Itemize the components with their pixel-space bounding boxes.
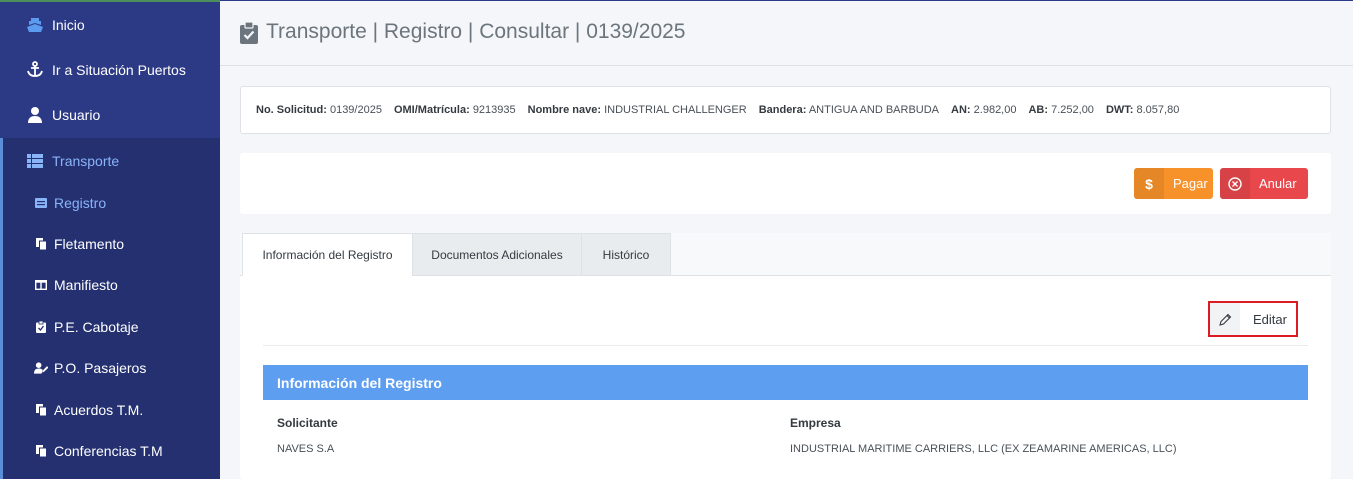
list-icon (26, 152, 44, 170)
sidebar-subitem-pe-cabotaje[interactable]: P.E. Cabotaje (0, 307, 220, 347)
vessel-summary: No. Solicitud: 0139/2025 OMI/Matrícula: … (240, 86, 1331, 134)
solicitante-label: Solicitante (277, 416, 338, 430)
summary-ab: AB: 7.252,00 (1028, 104, 1094, 116)
sidebar-item-label: Transporte (52, 152, 120, 169)
sidebar-item-inicio[interactable]: Inicio (0, 2, 220, 47)
cancel-button-label: Anular (1259, 176, 1297, 191)
summary-bandera: Bandera: ANTIGUA AND BARBUDA (758, 104, 940, 116)
clipboard-check-icon (240, 21, 258, 44)
edit-button-label: Editar (1253, 311, 1287, 327)
tab-documentos-adicionales[interactable]: Documentos Adicionales (412, 233, 582, 276)
summary-solicitud: No. Solicitud: 0139/2025 (256, 104, 382, 116)
pay-button-label: Pagar (1173, 176, 1208, 191)
submenu-transporte: Registro Fletamento Manifiesto P.E. Cabo… (0, 183, 220, 479)
summary-omi: OMI/Matrícula: 9213935 (393, 104, 516, 116)
sidebar-item-usuario[interactable]: Usuario (0, 92, 220, 137)
columns-icon (34, 278, 48, 292)
section-title: Información del Registro (263, 365, 1308, 400)
clipboard-check-icon (34, 320, 48, 334)
copy-icon (34, 237, 48, 251)
sidebar-subitem-registro[interactable]: Registro (0, 183, 220, 223)
sidebar-subitem-label: Fletamento (54, 236, 125, 252)
pencil-icon (1210, 303, 1240, 335)
sidebar-subitem-manifiesto[interactable]: Manifiesto (0, 265, 220, 305)
tab-informacion-registro[interactable]: Información del Registro (242, 233, 413, 276)
circle-x-icon (1220, 168, 1250, 199)
edit-button[interactable]: Editar (1208, 301, 1298, 337)
page-title: Transporte | Registro | Consultar | 0139… (266, 20, 686, 43)
actions-card: $ Pagar Anular (240, 153, 1331, 214)
sidebar-subitem-conferencias-tm[interactable]: Conferencias T.M (0, 431, 220, 471)
copy-icon (34, 403, 48, 417)
pay-button[interactable]: $ Pagar (1134, 168, 1213, 199)
empresa-value: INDUSTRIAL MARITIME CARRIERS, LLC (EX ZE… (790, 443, 1177, 455)
page-header: Transporte | Registro | Consultar | 0139… (220, 0, 1353, 66)
sidebar-item-transporte[interactable]: Transporte (0, 138, 220, 183)
dollar-icon: $ (1134, 168, 1164, 199)
id-card-icon (34, 196, 48, 210)
divider (263, 345, 1308, 346)
sidebar-item-situacion-puertos[interactable]: Ir a Situación Puertos (0, 47, 220, 92)
sidebar-item-label: Ir a Situación Puertos (52, 61, 186, 78)
user-edit-icon (34, 361, 48, 375)
sidebar-subitem-label: Manifiesto (54, 277, 118, 293)
tab-bar: Información del Registro Documentos Adic… (240, 233, 1331, 276)
summary-nombre-nave: Nombre nave: INDUSTRIAL CHALLENGER (527, 104, 747, 116)
sidebar-item-label: Inicio (52, 16, 85, 33)
sidebar-subitem-fletamento[interactable]: Fletamento (0, 224, 220, 264)
sidebar: Inicio Ir a Situación Puertos Usuario Tr… (0, 0, 220, 479)
sidebar-subitem-label: Conferencias T.M (54, 443, 163, 459)
empresa-label: Empresa (790, 416, 841, 430)
cancel-button[interactable]: Anular (1220, 168, 1308, 199)
summary-dwt: DWT: 8.057,80 (1105, 104, 1180, 116)
anchor-icon (26, 61, 44, 79)
sidebar-subitem-label: P.E. Cabotaje (54, 319, 139, 335)
summary-an: AN: 2.982,00 (951, 104, 1017, 116)
solicitante-value: NAVES S.A (277, 443, 335, 455)
sidebar-subitem-label: Acuerdos T.M. (54, 402, 144, 418)
registro-card: Información del Registro Documentos Adic… (240, 233, 1331, 479)
ship-icon (26, 16, 44, 34)
sidebar-subitem-po-pasajeros[interactable]: P.O. Pasajeros (0, 348, 220, 388)
sidebar-item-label: Usuario (52, 106, 101, 123)
sidebar-subitem-label: Registro (54, 195, 107, 211)
tab-historico[interactable]: Histórico (581, 233, 671, 276)
active-indicator (0, 138, 3, 183)
copy-icon (34, 444, 48, 458)
sidebar-subitem-label: P.O. Pasajeros (54, 360, 147, 376)
sidebar-subitem-acuerdos-tm[interactable]: Acuerdos T.M. (0, 390, 220, 430)
user-icon (26, 106, 44, 124)
